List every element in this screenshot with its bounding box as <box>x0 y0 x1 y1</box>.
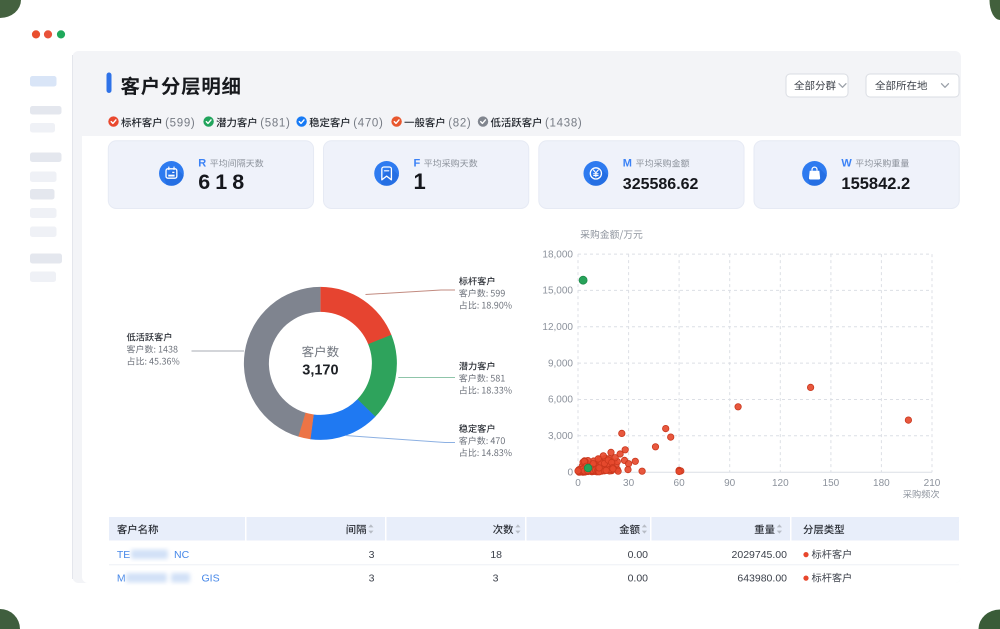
svg-text:R: R <box>198 158 206 170</box>
svg-text:2029745.00: 2029745.00 <box>732 549 788 561</box>
svg-text:W: W <box>841 158 852 170</box>
svg-text:GIS: GIS <box>202 573 220 585</box>
svg-text:3,170: 3,170 <box>302 363 338 379</box>
svg-text:0: 0 <box>575 478 581 489</box>
svg-text:643980.00: 643980.00 <box>737 573 787 585</box>
svg-text:155842.2: 155842.2 <box>841 175 910 193</box>
svg-text:150: 150 <box>823 478 840 489</box>
svg-text:3: 3 <box>493 573 499 585</box>
svg-text:0.00: 0.00 <box>628 549 649 561</box>
svg-text:1: 1 <box>414 169 426 194</box>
svg-text:3: 3 <box>369 573 375 585</box>
svg-text:9,000: 9,000 <box>548 358 573 369</box>
svg-text:M: M <box>117 573 126 585</box>
svg-text:(581): (581) <box>260 117 290 129</box>
svg-text:12,000: 12,000 <box>542 322 573 333</box>
svg-text:6,000: 6,000 <box>548 395 573 406</box>
svg-text:60: 60 <box>674 478 686 489</box>
svg-text:0.00: 0.00 <box>628 573 649 585</box>
svg-text:618: 618 <box>198 170 249 194</box>
svg-text:30: 30 <box>623 478 635 489</box>
svg-text:90: 90 <box>724 478 736 489</box>
svg-text:15,000: 15,000 <box>542 286 573 297</box>
svg-text:18,000: 18,000 <box>542 249 573 260</box>
svg-text:180: 180 <box>873 478 890 489</box>
svg-text:210: 210 <box>924 478 941 489</box>
svg-text:NC: NC <box>174 549 190 561</box>
svg-text:(470): (470) <box>353 117 383 129</box>
svg-text:F: F <box>414 158 421 170</box>
svg-text:(82): (82) <box>448 117 471 129</box>
svg-text:325586.62: 325586.62 <box>623 176 699 193</box>
svg-text:120: 120 <box>772 478 789 489</box>
svg-text:3: 3 <box>369 549 375 561</box>
svg-text:18: 18 <box>490 549 502 561</box>
svg-text:(599): (599) <box>165 117 195 129</box>
svg-text:0: 0 <box>567 467 573 478</box>
svg-text:3,000: 3,000 <box>548 431 573 442</box>
svg-text:M: M <box>623 158 632 170</box>
svg-text:(1438): (1438) <box>545 117 582 129</box>
svg-text:TE: TE <box>117 549 130 561</box>
